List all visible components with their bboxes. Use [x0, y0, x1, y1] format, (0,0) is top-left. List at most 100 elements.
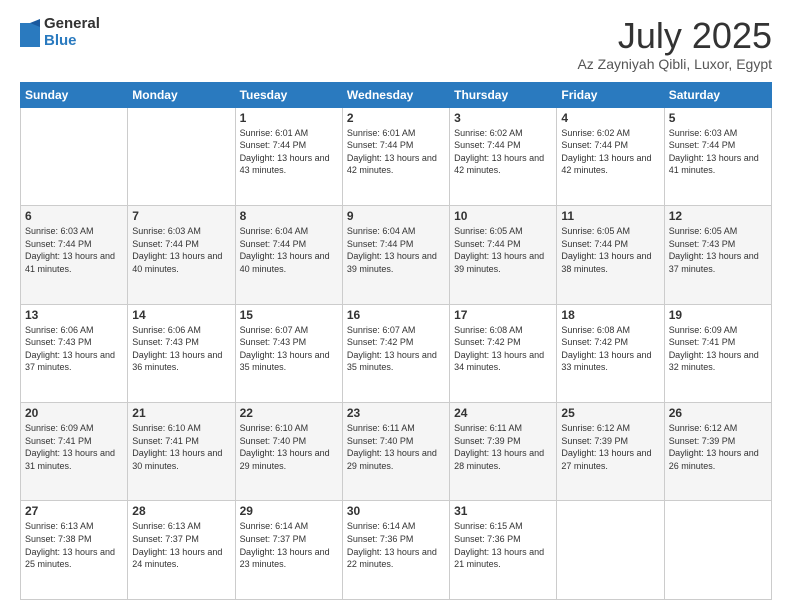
- calendar-cell: [21, 107, 128, 205]
- day-number: 28: [132, 504, 230, 518]
- day-info: Sunrise: 6:14 AM Sunset: 7:36 PM Dayligh…: [347, 520, 445, 570]
- col-tuesday: Tuesday: [235, 82, 342, 107]
- day-info: Sunrise: 6:11 AM Sunset: 7:40 PM Dayligh…: [347, 422, 445, 472]
- day-info: Sunrise: 6:04 AM Sunset: 7:44 PM Dayligh…: [240, 225, 338, 275]
- col-sunday: Sunday: [21, 82, 128, 107]
- calendar-cell: 9Sunrise: 6:04 AM Sunset: 7:44 PM Daylig…: [342, 206, 449, 304]
- calendar-cell: 1 Sunrise: 6:01 AM Sunset: 7:44 PM Daylig…: [235, 107, 342, 205]
- calendar-cell: [128, 107, 235, 205]
- day-number: 14: [132, 308, 230, 322]
- day-number: 2: [347, 111, 445, 125]
- week-row-5: 27 Sunrise: 6:13 AM Sunset: 7:38 PM Dayli…: [21, 501, 772, 600]
- logo-general: General: [44, 16, 100, 33]
- day-number: 5: [669, 111, 767, 125]
- calendar-cell: 21Sunrise: 6:10 AM Sunset: 7:41 PM Dayli…: [128, 403, 235, 501]
- calendar-cell: 27 Sunrise: 6:13 AM Sunset: 7:38 PM Dayli…: [21, 501, 128, 600]
- day-info: Sunrise: 6:12 AM Sunset: 7:39 PM Dayligh…: [669, 422, 767, 472]
- calendar-cell: 15 Sunrise: 6:07 AM Sunset: 7:43 PM Dayli…: [235, 304, 342, 402]
- day-number: 10: [454, 209, 552, 223]
- col-thursday: Thursday: [450, 82, 557, 107]
- day-info: Sunrise: 6:12 AM Sunset: 7:39 PM Dayligh…: [561, 422, 659, 472]
- week-row-2: 6 Sunrise: 6:03 AM Sunset: 7:44 PM Daylig…: [21, 206, 772, 304]
- day-number: 24: [454, 406, 552, 420]
- day-info: Sunrise: 6:05 AM Sunset: 7:44 PM Dayligh…: [561, 225, 659, 275]
- day-info: Sunrise: 6:10 AM Sunset: 7:41 PM Dayligh…: [132, 422, 230, 472]
- col-monday: Monday: [128, 82, 235, 107]
- day-number: 6: [25, 209, 123, 223]
- calendar-cell: 26 Sunrise: 6:12 AM Sunset: 7:39 PM Dayli…: [664, 403, 771, 501]
- header: General Blue July 2025 Az Zayniyah Qibli…: [20, 16, 772, 72]
- day-info: Sunrise: 6:03 AM Sunset: 7:44 PM Dayligh…: [669, 127, 767, 177]
- day-number: 17: [454, 308, 552, 322]
- day-info: Sunrise: 6:05 AM Sunset: 7:43 PM Dayligh…: [669, 225, 767, 275]
- calendar-cell: 11 Sunrise: 6:05 AM Sunset: 7:44 PM Dayli…: [557, 206, 664, 304]
- day-number: 20: [25, 406, 123, 420]
- day-number: 27: [25, 504, 123, 518]
- calendar-cell: 31 Sunrise: 6:15 AM Sunset: 7:36 PM Dayli…: [450, 501, 557, 600]
- day-number: 18: [561, 308, 659, 322]
- day-info: Sunrise: 6:01 AM Sunset: 7:44 PM Dayligh…: [240, 127, 338, 177]
- calendar-cell: 23 Sunrise: 6:11 AM Sunset: 7:40 PM Dayli…: [342, 403, 449, 501]
- day-number: 15: [240, 308, 338, 322]
- day-info: Sunrise: 6:07 AM Sunset: 7:42 PM Dayligh…: [347, 324, 445, 374]
- calendar-cell: 20 Sunrise: 6:09 AM Sunset: 7:41 PM Dayli…: [21, 403, 128, 501]
- col-saturday: Saturday: [664, 82, 771, 107]
- day-number: 3: [454, 111, 552, 125]
- day-info: Sunrise: 6:08 AM Sunset: 7:42 PM Dayligh…: [561, 324, 659, 374]
- day-info: Sunrise: 6:09 AM Sunset: 7:41 PM Dayligh…: [25, 422, 123, 472]
- calendar-cell: 28 Sunrise: 6:13 AM Sunset: 7:37 PM Dayli…: [128, 501, 235, 600]
- calendar-cell: [664, 501, 771, 600]
- calendar-cell: [557, 501, 664, 600]
- calendar-cell: 14 Sunrise: 6:06 AM Sunset: 7:43 PM Dayli…: [128, 304, 235, 402]
- calendar-table: Sunday Monday Tuesday Wednesday Thursday…: [20, 82, 772, 600]
- page: General Blue July 2025 Az Zayniyah Qibli…: [0, 0, 792, 612]
- day-info: Sunrise: 6:01 AM Sunset: 7:44 PM Dayligh…: [347, 127, 445, 177]
- day-info: Sunrise: 6:06 AM Sunset: 7:43 PM Dayligh…: [25, 324, 123, 374]
- calendar-cell: 4Sunrise: 6:02 AM Sunset: 7:44 PM Daylig…: [557, 107, 664, 205]
- day-number: 8: [240, 209, 338, 223]
- calendar-cell: 2 Sunrise: 6:01 AM Sunset: 7:44 PM Daylig…: [342, 107, 449, 205]
- day-info: Sunrise: 6:09 AM Sunset: 7:41 PM Dayligh…: [669, 324, 767, 374]
- calendar-cell: 29Sunrise: 6:14 AM Sunset: 7:37 PM Dayli…: [235, 501, 342, 600]
- day-number: 26: [669, 406, 767, 420]
- logo-text: General Blue: [44, 16, 100, 49]
- day-number: 31: [454, 504, 552, 518]
- title-area: July 2025 Az Zayniyah Qibli, Luxor, Egyp…: [577, 16, 772, 72]
- calendar-cell: 25 Sunrise: 6:12 AM Sunset: 7:39 PM Dayli…: [557, 403, 664, 501]
- day-number: 16: [347, 308, 445, 322]
- calendar-cell: 10 Sunrise: 6:05 AM Sunset: 7:44 PM Dayli…: [450, 206, 557, 304]
- day-info: Sunrise: 6:03 AM Sunset: 7:44 PM Dayligh…: [132, 225, 230, 275]
- day-info: Sunrise: 6:11 AM Sunset: 7:39 PM Dayligh…: [454, 422, 552, 472]
- day-info: Sunrise: 6:10 AM Sunset: 7:40 PM Dayligh…: [240, 422, 338, 472]
- day-info: Sunrise: 6:13 AM Sunset: 7:37 PM Dayligh…: [132, 520, 230, 570]
- calendar-cell: 12 Sunrise: 6:05 AM Sunset: 7:43 PM Dayli…: [664, 206, 771, 304]
- day-info: Sunrise: 6:13 AM Sunset: 7:38 PM Dayligh…: [25, 520, 123, 570]
- calendar-cell: 6 Sunrise: 6:03 AM Sunset: 7:44 PM Daylig…: [21, 206, 128, 304]
- calendar-cell: 3Sunrise: 6:02 AM Sunset: 7:44 PM Daylig…: [450, 107, 557, 205]
- day-info: Sunrise: 6:15 AM Sunset: 7:36 PM Dayligh…: [454, 520, 552, 570]
- location-subtitle: Az Zayniyah Qibli, Luxor, Egypt: [577, 56, 772, 72]
- day-info: Sunrise: 6:05 AM Sunset: 7:44 PM Dayligh…: [454, 225, 552, 275]
- day-number: 22: [240, 406, 338, 420]
- col-friday: Friday: [557, 82, 664, 107]
- calendar-cell: 8 Sunrise: 6:04 AM Sunset: 7:44 PM Daylig…: [235, 206, 342, 304]
- day-info: Sunrise: 6:03 AM Sunset: 7:44 PM Dayligh…: [25, 225, 123, 275]
- day-number: 25: [561, 406, 659, 420]
- calendar-cell: 19Sunrise: 6:09 AM Sunset: 7:41 PM Dayli…: [664, 304, 771, 402]
- logo-blue: Blue: [44, 33, 100, 50]
- calendar-cell: 17 Sunrise: 6:08 AM Sunset: 7:42 PM Dayli…: [450, 304, 557, 402]
- day-number: 9: [347, 209, 445, 223]
- day-number: 7: [132, 209, 230, 223]
- day-number: 1: [240, 111, 338, 125]
- calendar-cell: 18 Sunrise: 6:08 AM Sunset: 7:42 PM Dayli…: [557, 304, 664, 402]
- day-info: Sunrise: 6:06 AM Sunset: 7:43 PM Dayligh…: [132, 324, 230, 374]
- day-number: 4: [561, 111, 659, 125]
- month-title: July 2025: [577, 16, 772, 56]
- day-number: 12: [669, 209, 767, 223]
- day-number: 11: [561, 209, 659, 223]
- day-info: Sunrise: 6:08 AM Sunset: 7:42 PM Dayligh…: [454, 324, 552, 374]
- day-info: Sunrise: 6:14 AM Sunset: 7:37 PM Dayligh…: [240, 520, 338, 570]
- day-number: 23: [347, 406, 445, 420]
- day-info: Sunrise: 6:07 AM Sunset: 7:43 PM Dayligh…: [240, 324, 338, 374]
- logo: General Blue: [20, 16, 100, 49]
